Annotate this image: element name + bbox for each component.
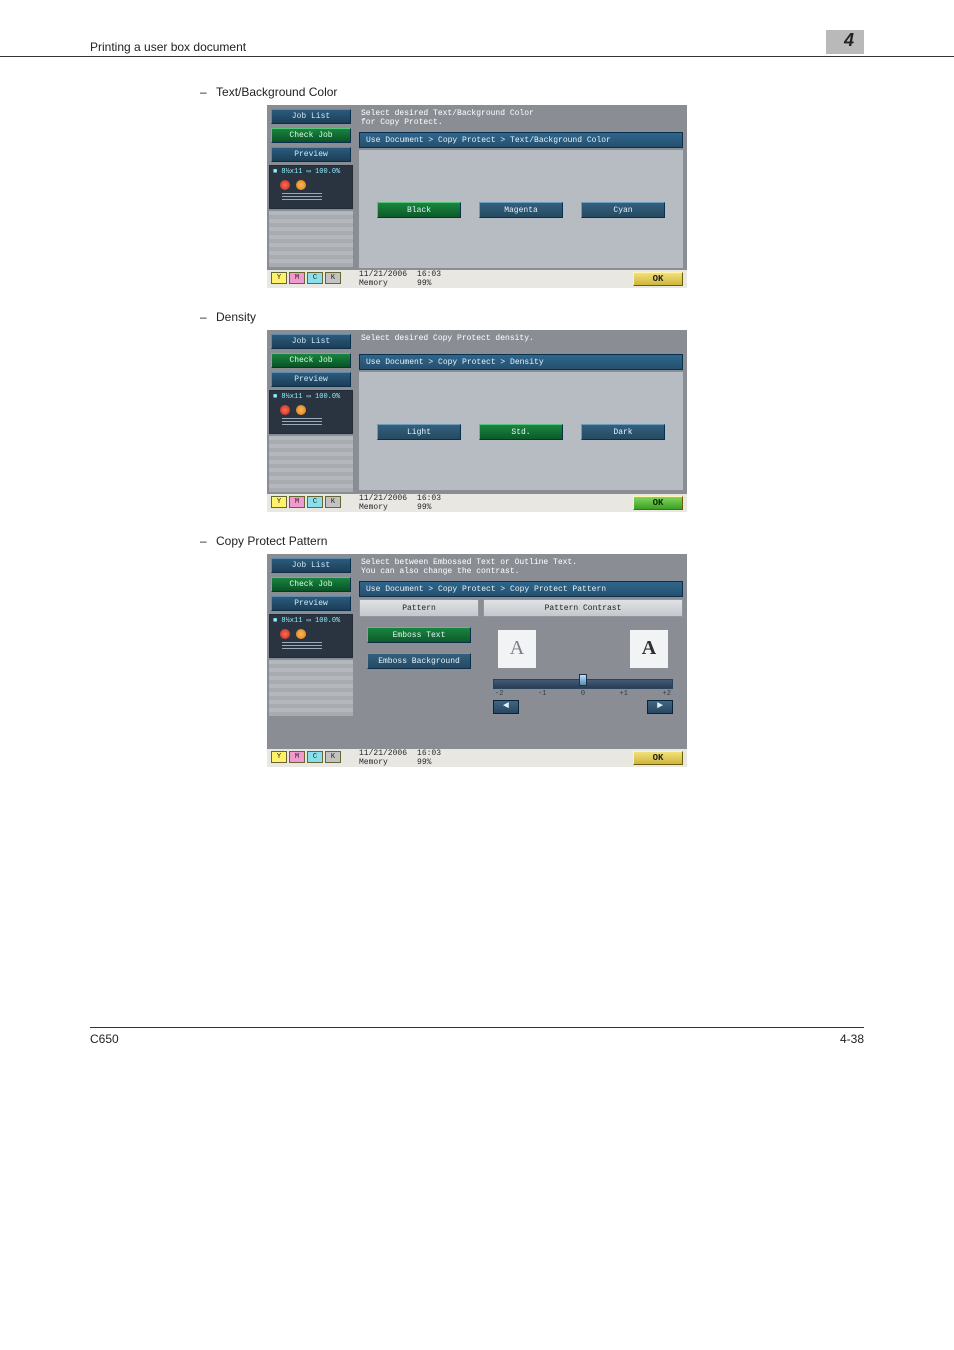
contrast-decrease-button[interactable]: ◄ [493, 700, 519, 714]
footer-page-number: 4-38 [840, 1032, 864, 1046]
option-std-button[interactable]: Std. [479, 424, 563, 440]
preview-button[interactable]: Preview [271, 147, 351, 162]
preview-thumbnail: ■ 8½x11 ▭ 100.0% [269, 614, 353, 658]
device-status-bar: Y M C K 11/21/2006 Memory 16:03 99% OK [267, 494, 687, 512]
screenshot-text-background-color: Job List Check Job Preview ■ 8½x11 ▭ 100… [267, 105, 687, 288]
screenshot-copy-protect-pattern: Job List Check Job Preview ■ 8½x11 ▭ 100… [267, 554, 687, 767]
preview-thumbnail: ■ 8½x11 ▭ 100.0% [269, 165, 353, 209]
preview-button[interactable]: Preview [271, 372, 351, 387]
contrast-preview-dark-icon: A [629, 629, 669, 669]
option-cyan-button[interactable]: Cyan [581, 202, 665, 218]
tick-label: +2 [663, 690, 671, 698]
toner-m-icon: M [289, 272, 305, 284]
breadcrumb: Use Document > Copy Protect > Text/Backg… [359, 132, 683, 148]
instruction-text: Select desired Copy Protect density. [355, 330, 687, 354]
contrast-preview-light-icon: A [497, 629, 537, 669]
zoom-label: 100.0% [315, 168, 340, 176]
device-status-bar: Y M C K 11/21/2006 Memory 16:03 99% OK [267, 270, 687, 288]
preview-button[interactable]: Preview [271, 596, 351, 611]
page-header: Printing a user box document 4 [0, 30, 954, 57]
toner-c-icon: C [307, 272, 323, 284]
option-magenta-button[interactable]: Magenta [479, 202, 563, 218]
breadcrumb: Use Document > Copy Protect > Copy Prote… [359, 581, 683, 597]
ok-button[interactable]: OK [633, 272, 683, 286]
emboss-background-button[interactable]: Emboss Background [367, 653, 471, 669]
check-job-button[interactable]: Check Job [271, 128, 351, 143]
instruction-text: Select desired Text/Background Color for… [355, 105, 687, 132]
option-dark-button[interactable]: Dark [581, 424, 665, 440]
paper-size-label: 8½x11 [281, 168, 302, 176]
memory-label: Memory [359, 279, 388, 288]
thumbnail-dot-icon [280, 180, 290, 190]
job-list-button[interactable]: Job List [271, 109, 351, 124]
status-time: 16:03 [417, 270, 441, 279]
bullet-copy-protect-pattern: Copy Protect Pattern [200, 534, 954, 548]
preview-thumbnail: ■ 8½x11 ▭ 100.0% [269, 390, 353, 434]
footer-model: C650 [90, 1032, 119, 1046]
screenshot-density: Job List Check Job Preview ■ 8½x11 ▭ 100… [267, 330, 687, 512]
slider-knob-icon[interactable] [579, 674, 587, 686]
toner-y-icon: Y [271, 272, 287, 284]
toner-k-icon: K [325, 272, 341, 284]
bullet-density: Density [200, 310, 954, 324]
chapter-number-badge: 4 [826, 30, 864, 54]
tick-label: +1 [620, 690, 628, 698]
job-list-button[interactable]: Job List [271, 558, 351, 573]
option-light-button[interactable]: Light [377, 424, 461, 440]
option-black-button[interactable]: Black [377, 202, 461, 218]
contrast-slider[interactable]: -2 -1 0 +1 +2 ◄ ► [493, 679, 673, 714]
check-job-button[interactable]: Check Job [271, 353, 351, 368]
bullet-text-bg-color: Text/Background Color [200, 85, 954, 99]
pattern-contrast-column-header: Pattern Contrast [483, 599, 683, 617]
contrast-increase-button[interactable]: ► [647, 700, 673, 714]
page-footer: C650 4-38 [90, 1027, 864, 1046]
tick-label: 0 [581, 690, 585, 698]
pattern-column-header: Pattern [359, 599, 479, 617]
status-date: 11/21/2006 [359, 270, 407, 279]
tick-label: -2 [495, 690, 503, 698]
device-status-bar: Y M C K 11/21/2006 Memory 16:03 99% OK [267, 749, 687, 767]
running-header-title: Printing a user box document [90, 40, 246, 54]
breadcrumb: Use Document > Copy Protect > Density [359, 354, 683, 370]
job-list-button[interactable]: Job List [271, 334, 351, 349]
sidebar-spacer [269, 211, 353, 267]
check-job-button[interactable]: Check Job [271, 577, 351, 592]
tick-label: -1 [538, 690, 546, 698]
thumbnail-dot-icon [296, 180, 306, 190]
ok-button[interactable]: OK [633, 751, 683, 765]
memory-value: 99% [417, 279, 431, 288]
ok-button[interactable]: OK [633, 496, 683, 510]
emboss-text-button[interactable]: Emboss Text [367, 627, 471, 643]
instruction-text: Select between Embossed Text or Outline … [355, 554, 687, 581]
